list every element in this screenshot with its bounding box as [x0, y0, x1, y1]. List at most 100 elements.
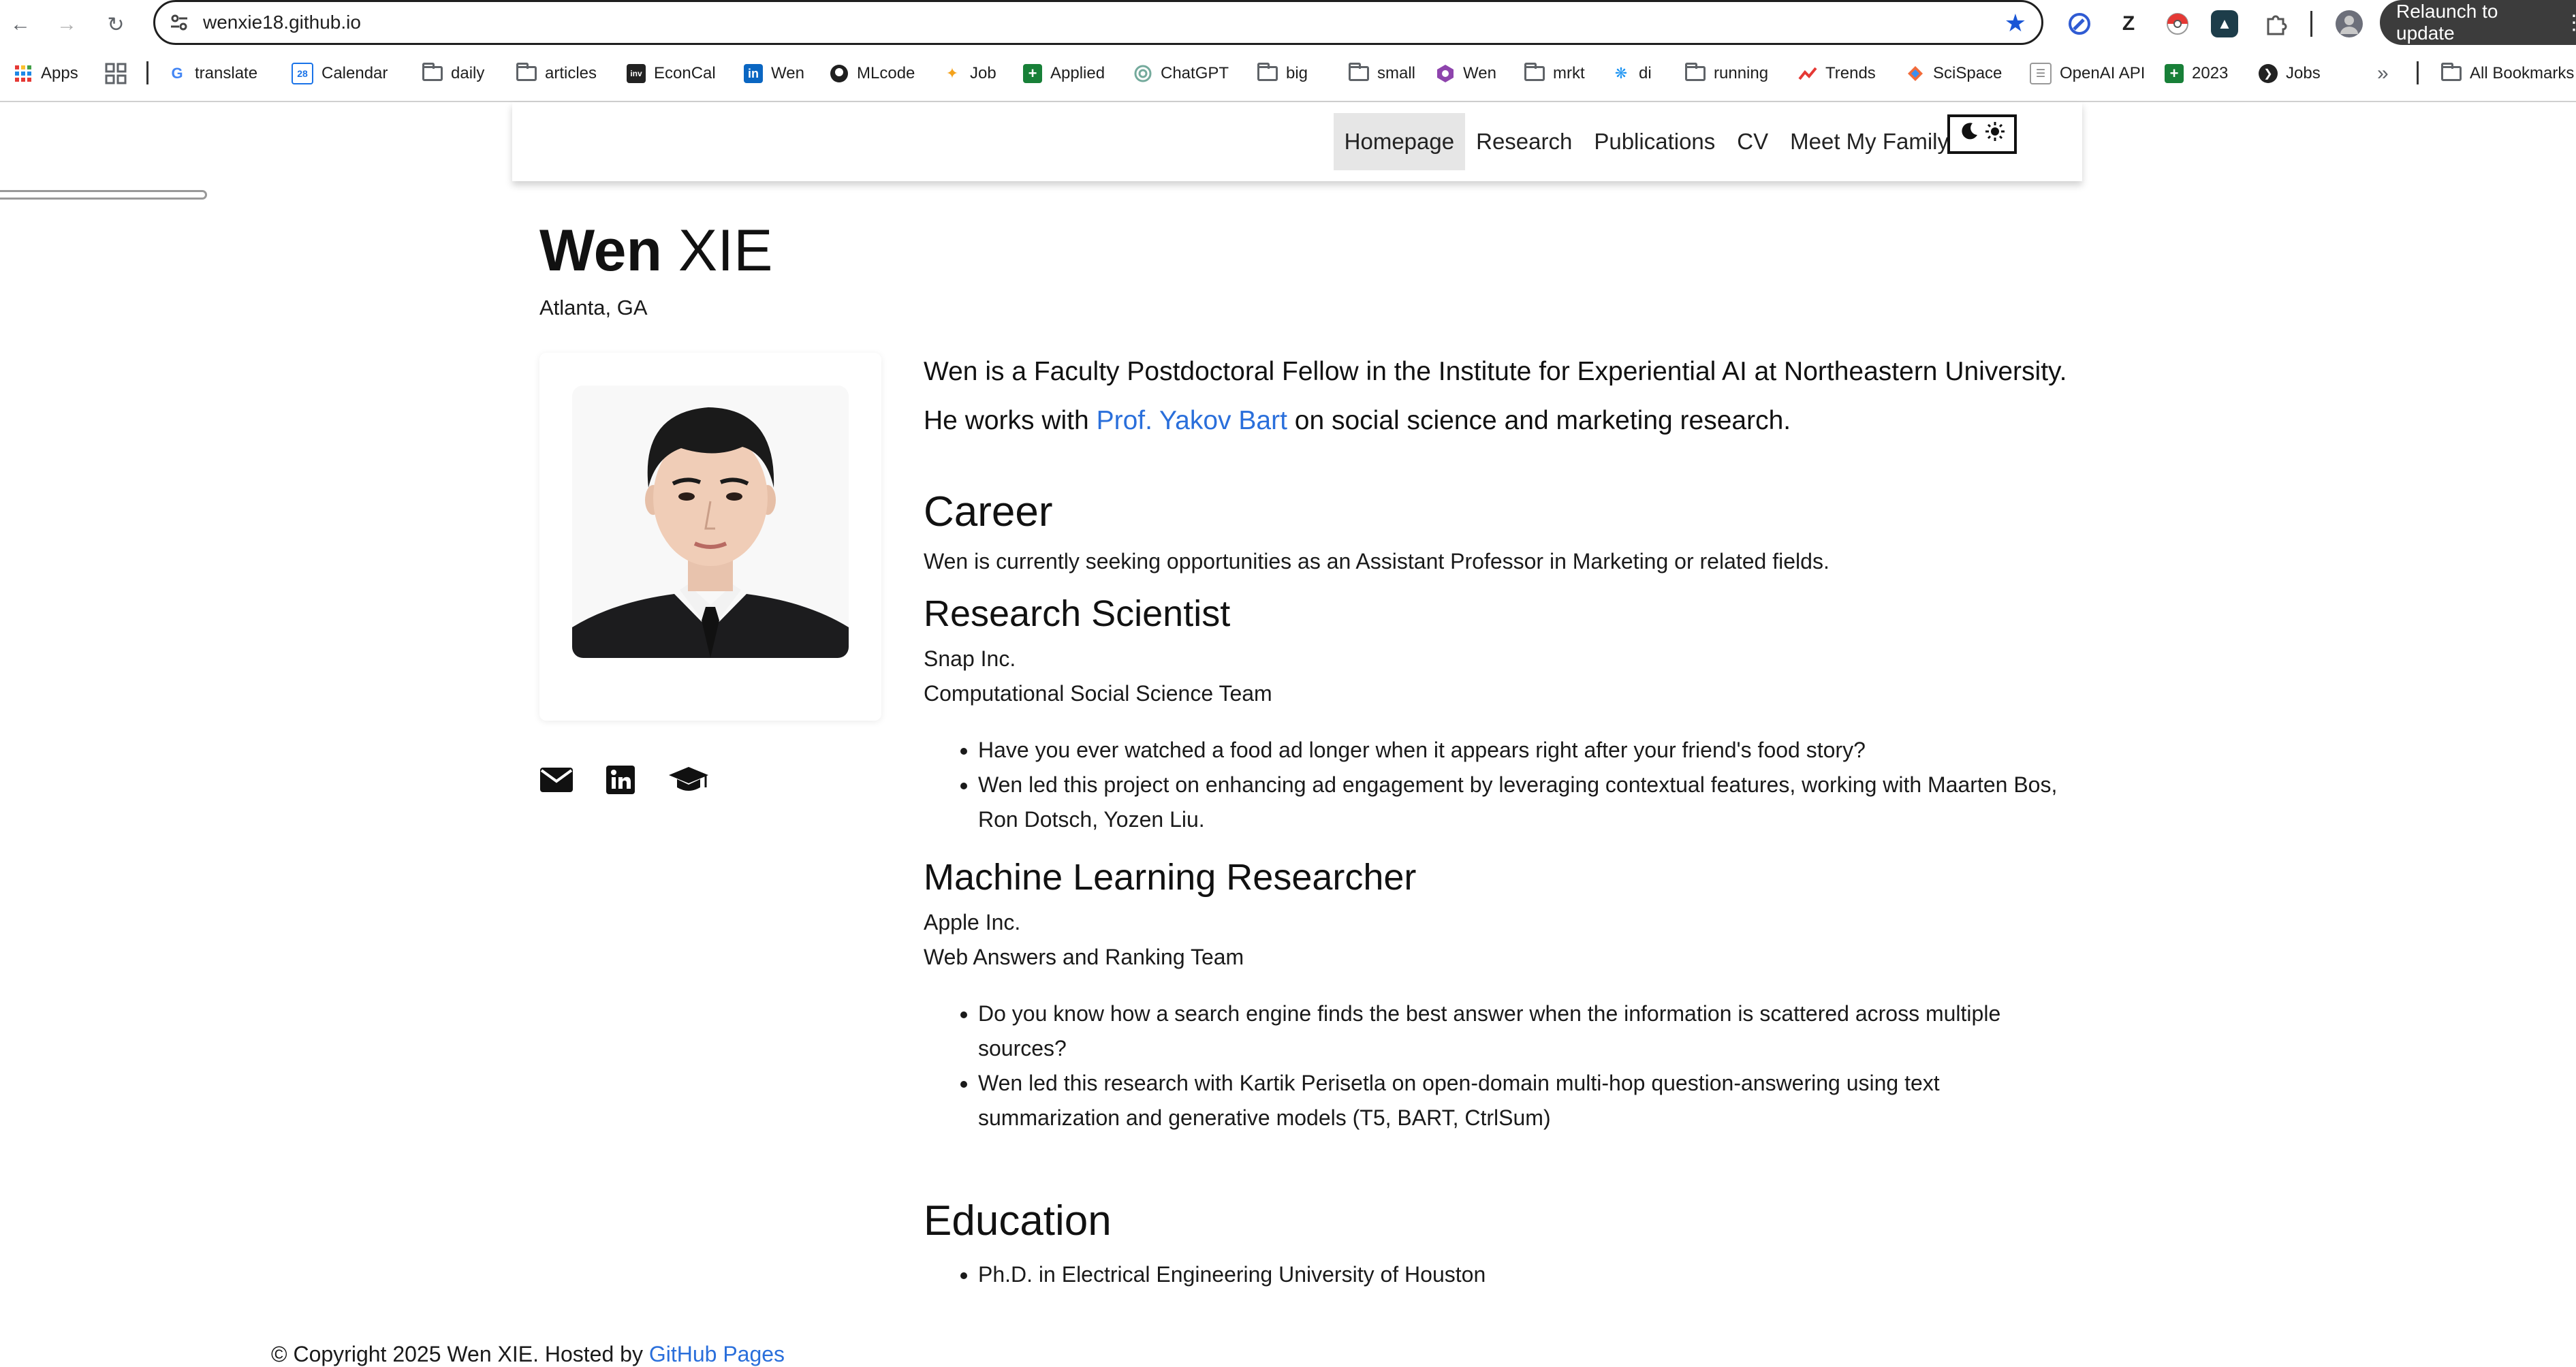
bookmark-label: Job	[970, 64, 996, 82]
bookmark-applied[interactable]: + Applied	[1023, 59, 1105, 89]
zotero-extension-icon[interactable]: Z	[2113, 8, 2144, 40]
address-bar[interactable]: wenxie18.github.io ★	[153, 0, 2043, 45]
bookmark-trends[interactable]: Trends	[1798, 59, 1876, 89]
bookmark-wen-linkedin[interactable]: in Wen	[744, 59, 804, 89]
position-title: Machine Learning Researcher	[924, 857, 1417, 898]
all-bookmarks-label: All Bookmarks	[2470, 64, 2575, 82]
bookmark-jobs[interactable]: ❯ Jobs	[2259, 59, 2321, 89]
hexagon-icon	[1436, 64, 1455, 83]
bookmarks-divider	[146, 61, 148, 84]
bookmark-openai-api[interactable]: ☰ OpenAI API	[2030, 59, 2145, 89]
relaunch-button[interactable]: Relaunch to update ⋮	[2380, 0, 2576, 45]
bookmark-label: Calendar	[321, 64, 388, 82]
bookmark-label: Jobs	[2286, 64, 2321, 82]
bookmark-daily[interactable]: daily	[422, 59, 484, 89]
sheets-icon: +	[1023, 64, 1042, 83]
position-company: Apple Inc.	[924, 910, 1021, 934]
career-heading: Career	[924, 488, 1053, 535]
apps-grid-icon	[14, 64, 33, 83]
rocket-extension-icon[interactable]	[2064, 8, 2095, 40]
bookmark-label: running	[1714, 64, 1769, 82]
bookmark-label: Trends	[1825, 64, 1876, 82]
email-icon[interactable]	[539, 764, 574, 796]
page-title: Wen XIE	[539, 217, 773, 285]
position-team: Computational Social Science Team	[924, 681, 1272, 706]
bookmark-calendar[interactable]: 28 Calendar	[292, 59, 388, 89]
forward-icon[interactable]: →	[52, 10, 82, 40]
nav-links: Homepage Research Publications CV Meet M…	[1333, 113, 1960, 170]
url-text[interactable]: wenxie18.github.io	[203, 12, 361, 33]
folder-icon	[422, 63, 443, 81]
bookmark-di[interactable]: ❋ di	[1612, 59, 1652, 89]
profile-photo-card	[539, 353, 881, 721]
linkedin-icon: in	[744, 64, 763, 83]
moon-icon	[1959, 121, 1979, 147]
nav-research[interactable]: Research	[1465, 113, 1583, 170]
bookmark-label: 2023	[2192, 64, 2229, 82]
bookmark-2023[interactable]: + 2023	[2165, 59, 2228, 89]
scroll-progress-bar	[0, 190, 207, 200]
bookmark-star-icon[interactable]: ★	[2005, 9, 2026, 37]
bookmark-small[interactable]: small	[1349, 59, 1415, 89]
pokeball-extension-icon[interactable]	[2162, 8, 2193, 40]
all-bookmarks-button[interactable]: All Bookmarks	[2441, 59, 2574, 89]
profile-avatar-icon[interactable]	[2334, 8, 2365, 40]
bookmark-job[interactable]: ✦ Job	[943, 59, 996, 89]
reload-icon[interactable]: ↻	[101, 10, 131, 40]
bookmark-mrkt[interactable]: mrkt	[1524, 59, 1585, 89]
bookmark-apps[interactable]: Apps	[14, 59, 78, 89]
openai-icon	[1133, 64, 1152, 83]
site-info-icon[interactable]	[169, 12, 189, 33]
bookmarks-overflow-button[interactable]: »	[2377, 59, 2389, 89]
bookmark-econcal[interactable]: inv EconCal	[627, 59, 716, 89]
bird-icon: ✦	[945, 65, 959, 82]
bookmark-articles[interactable]: articles	[516, 59, 597, 89]
trends-icon	[1798, 64, 1817, 83]
nav-cv[interactable]: CV	[1726, 113, 1779, 170]
list-item: Ph.D. in Electrical Engineering Universi…	[978, 1257, 2082, 1292]
bookmark-mlcode[interactable]: MLcode	[830, 59, 915, 89]
site-navbar: Homepage Research Publications CV Meet M…	[512, 102, 2082, 181]
bookmark-label: Wen	[1463, 64, 1496, 82]
copyright-text: © Copyright 2025 Wen XIE. Hosted by	[271, 1342, 649, 1366]
education-heading: Education	[924, 1197, 1112, 1244]
last-name: XIE	[678, 218, 773, 283]
extensions-puzzle-icon[interactable]	[2260, 8, 2291, 40]
scispace-icon	[1906, 64, 1925, 83]
position-bullets: Have you ever watched a food ad longer w…	[924, 733, 2082, 837]
advisor-link[interactable]: Prof. Yakov Bart	[1097, 406, 1287, 435]
tab-groups-icon[interactable]	[105, 59, 127, 89]
bird-icon: ❋	[1614, 65, 1628, 82]
list-item: Wen led this project on enhancing ad eng…	[978, 768, 2082, 837]
position-bullets: Do you know how a search engine finds th…	[924, 996, 2082, 1135]
bookmark-label: MLcode	[857, 64, 915, 82]
bookmark-running[interactable]: running	[1685, 59, 1768, 89]
bookmark-label: daily	[451, 64, 485, 82]
nav-meet-my-family[interactable]: Meet My Family	[1779, 113, 1960, 170]
bookmark-translate[interactable]: G translate	[168, 59, 257, 89]
more-menu-icon: ⋮	[2564, 11, 2576, 34]
github-pages-link[interactable]: GitHub Pages	[649, 1342, 785, 1366]
linkedin-icon[interactable]	[603, 764, 638, 796]
sun-icon	[1985, 121, 2005, 147]
sheets-icon: +	[2165, 64, 2184, 83]
bookmark-wen-2[interactable]: Wen	[1436, 59, 1496, 89]
main-content: Wen is a Faculty Postdoctoral Fellow in …	[924, 347, 2082, 1292]
mountain-extension-icon[interactable]: ▲	[2211, 10, 2238, 37]
bookmark-label: di	[1639, 64, 1652, 82]
graduation-cap-icon[interactable]	[667, 764, 710, 796]
nav-publications[interactable]: Publications	[1583, 113, 1726, 170]
bookmark-big[interactable]: big	[1257, 59, 1308, 89]
list-item: Do you know how a search engine finds th…	[978, 996, 2082, 1066]
bookmarks-divider	[2417, 61, 2419, 84]
bookmark-label: articles	[545, 64, 597, 82]
bookmark-label: SciSpace	[1933, 64, 2002, 82]
back-icon[interactable]: ←	[5, 10, 35, 40]
theme-toggle-button[interactable]	[1947, 114, 2017, 154]
bookmark-scispace[interactable]: SciSpace	[1906, 59, 2002, 89]
bookmark-chatgpt[interactable]: ChatGPT	[1133, 59, 1229, 89]
intro-text-end: on social science and marketing research…	[1287, 406, 1791, 435]
nav-homepage[interactable]: Homepage	[1333, 113, 1466, 170]
position-title: Research Scientist	[924, 593, 1231, 634]
investing-icon: inv	[627, 64, 646, 83]
